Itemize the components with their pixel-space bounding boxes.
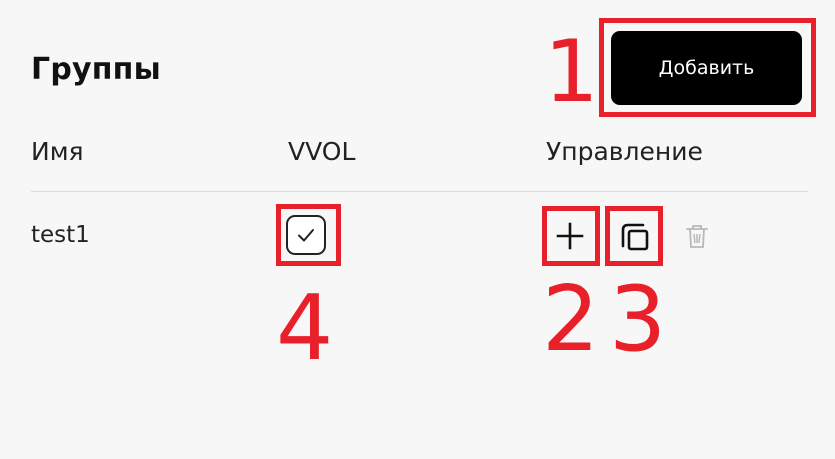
- annotation-number-1: 1: [544, 22, 599, 122]
- annotation-number-3: 3: [609, 267, 667, 372]
- header-divider: [31, 191, 808, 192]
- plus-icon[interactable]: [552, 218, 588, 254]
- check-icon: [298, 229, 314, 242]
- column-header-name: Имя: [31, 137, 84, 166]
- row-name: test1: [31, 222, 90, 248]
- column-header-vvol: VVOL: [288, 137, 356, 166]
- vvol-checkbox[interactable]: [286, 215, 326, 255]
- page-title: Группы: [31, 52, 161, 87]
- annotation-number-2: 2: [542, 267, 600, 372]
- groups-panel: Группы Добавить Имя VVOL Управление test…: [0, 0, 835, 459]
- add-button[interactable]: Добавить: [611, 31, 802, 105]
- copy-icon[interactable]: [614, 217, 656, 257]
- annotation-number-4: 4: [276, 276, 334, 381]
- column-header-management: Управление: [546, 137, 703, 166]
- trash-icon[interactable]: [680, 219, 714, 253]
